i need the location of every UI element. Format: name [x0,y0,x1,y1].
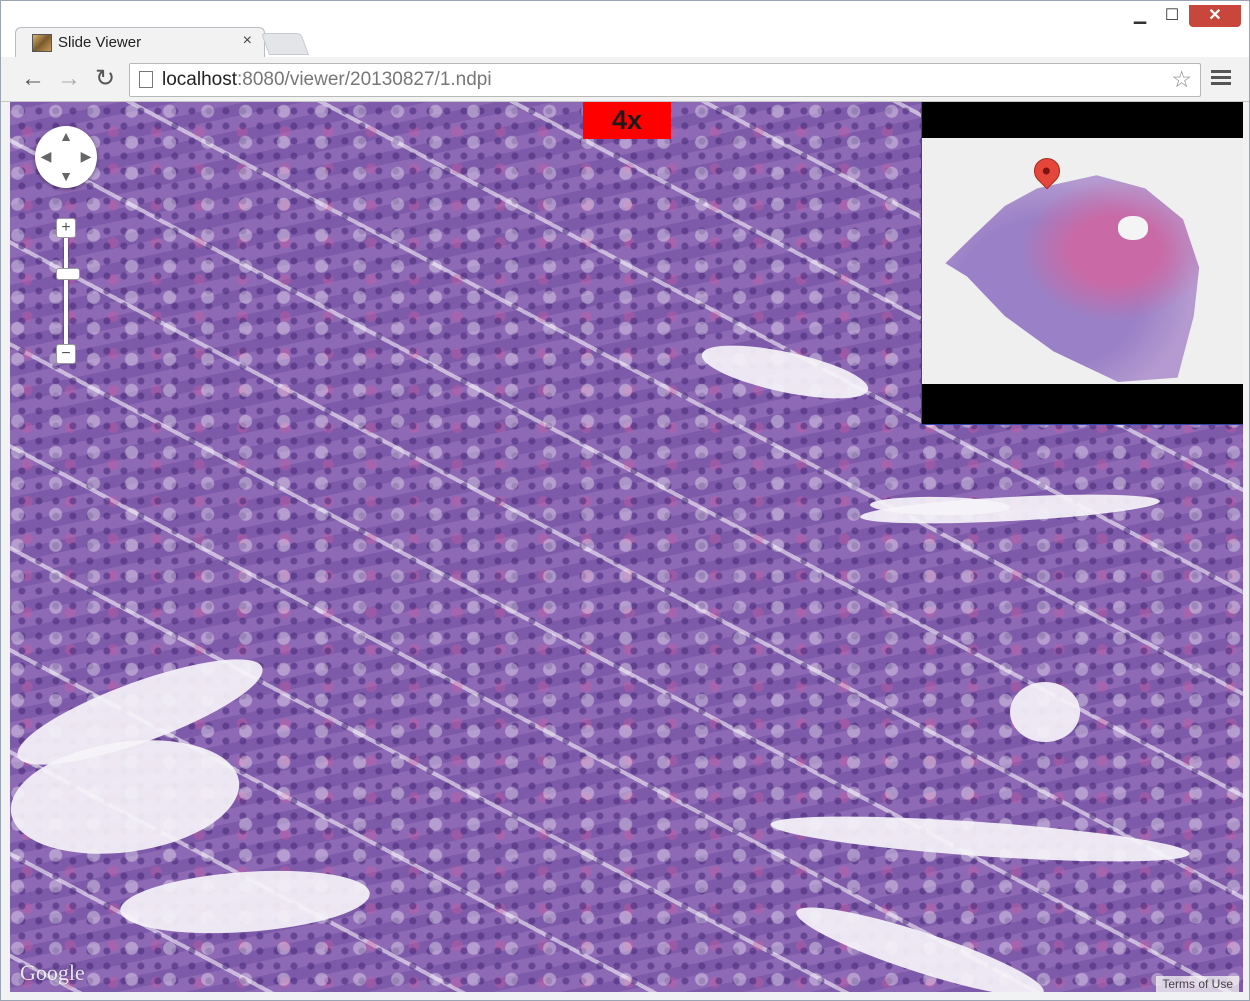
tissue-lumen [697,334,873,410]
tissue-thumbnail [945,175,1200,382]
back-button[interactable]: ← [19,65,47,93]
overview-thumbnail [922,138,1243,384]
favicon-icon [32,34,52,52]
terms-of-use-link[interactable]: Terms of Use [1156,976,1239,992]
slide-map-viewport[interactable]: ▲ ▼ ◀ ▶ + − 4x Google Terms of Use [10,102,1243,992]
address-bar[interactable]: localhost:8080/viewer/20130827/1.ndpi ☆ [129,63,1201,97]
chrome-menu-icon[interactable] [1209,67,1233,91]
tissue-lumen [769,807,1191,871]
pan-right-icon[interactable]: ▶ [79,148,93,165]
page-icon [139,71,153,88]
close-window-button[interactable]: ✕ [1189,5,1241,27]
tab-close-icon[interactable]: × [243,32,252,50]
url-path: :8080/viewer/20130827/1.ndpi [237,69,492,90]
zoom-slider-track[interactable] [64,228,68,358]
new-tab-button[interactable] [260,33,310,55]
pan-left-icon[interactable]: ◀ [39,148,53,165]
zoom-out-button[interactable]: − [56,344,76,364]
url-host: localhost [162,69,237,90]
zoom-in-button[interactable]: + [56,218,76,238]
minimize-button[interactable]: ▁ [1127,5,1153,27]
tab-title: Slide Viewer [58,34,142,51]
overview-map[interactable] [921,102,1243,425]
zoom-slider-handle[interactable] [56,268,80,280]
tissue-hole [1118,216,1148,240]
magnification-badge: 4x [583,102,671,139]
menu-bar-line [1211,76,1231,79]
url-text[interactable]: localhost:8080/viewer/20130827/1.ndpi [162,69,492,91]
google-logo: Google [20,960,85,985]
forward-button[interactable]: → [55,65,83,93]
browser-toolbar: ← → ↻ localhost:8080/viewer/20130827/1.n… [1,57,1249,102]
tissue-lumen [790,892,1050,992]
menu-bar-line [1211,82,1231,85]
menu-bar-line [1211,70,1231,73]
maximize-button[interactable]: ☐ [1159,5,1185,27]
browser-window: Slide Viewer × ▁ ☐ ✕ ← → ↻ localhost:808… [0,0,1250,1001]
tissue-lumen [118,863,372,941]
pan-down-icon[interactable]: ▼ [59,168,73,184]
bookmark-star-icon[interactable]: ☆ [1171,66,1192,93]
tissue-lumen [1010,682,1080,742]
pan-up-icon[interactable]: ▲ [59,128,73,144]
title-bar: Slide Viewer × ▁ ☐ ✕ [1,1,1249,58]
pan-control[interactable]: ▲ ▼ ◀ ▶ [35,126,97,188]
reload-button[interactable]: ↻ [91,65,119,93]
tab-slide-viewer[interactable]: Slide Viewer × [15,27,265,58]
